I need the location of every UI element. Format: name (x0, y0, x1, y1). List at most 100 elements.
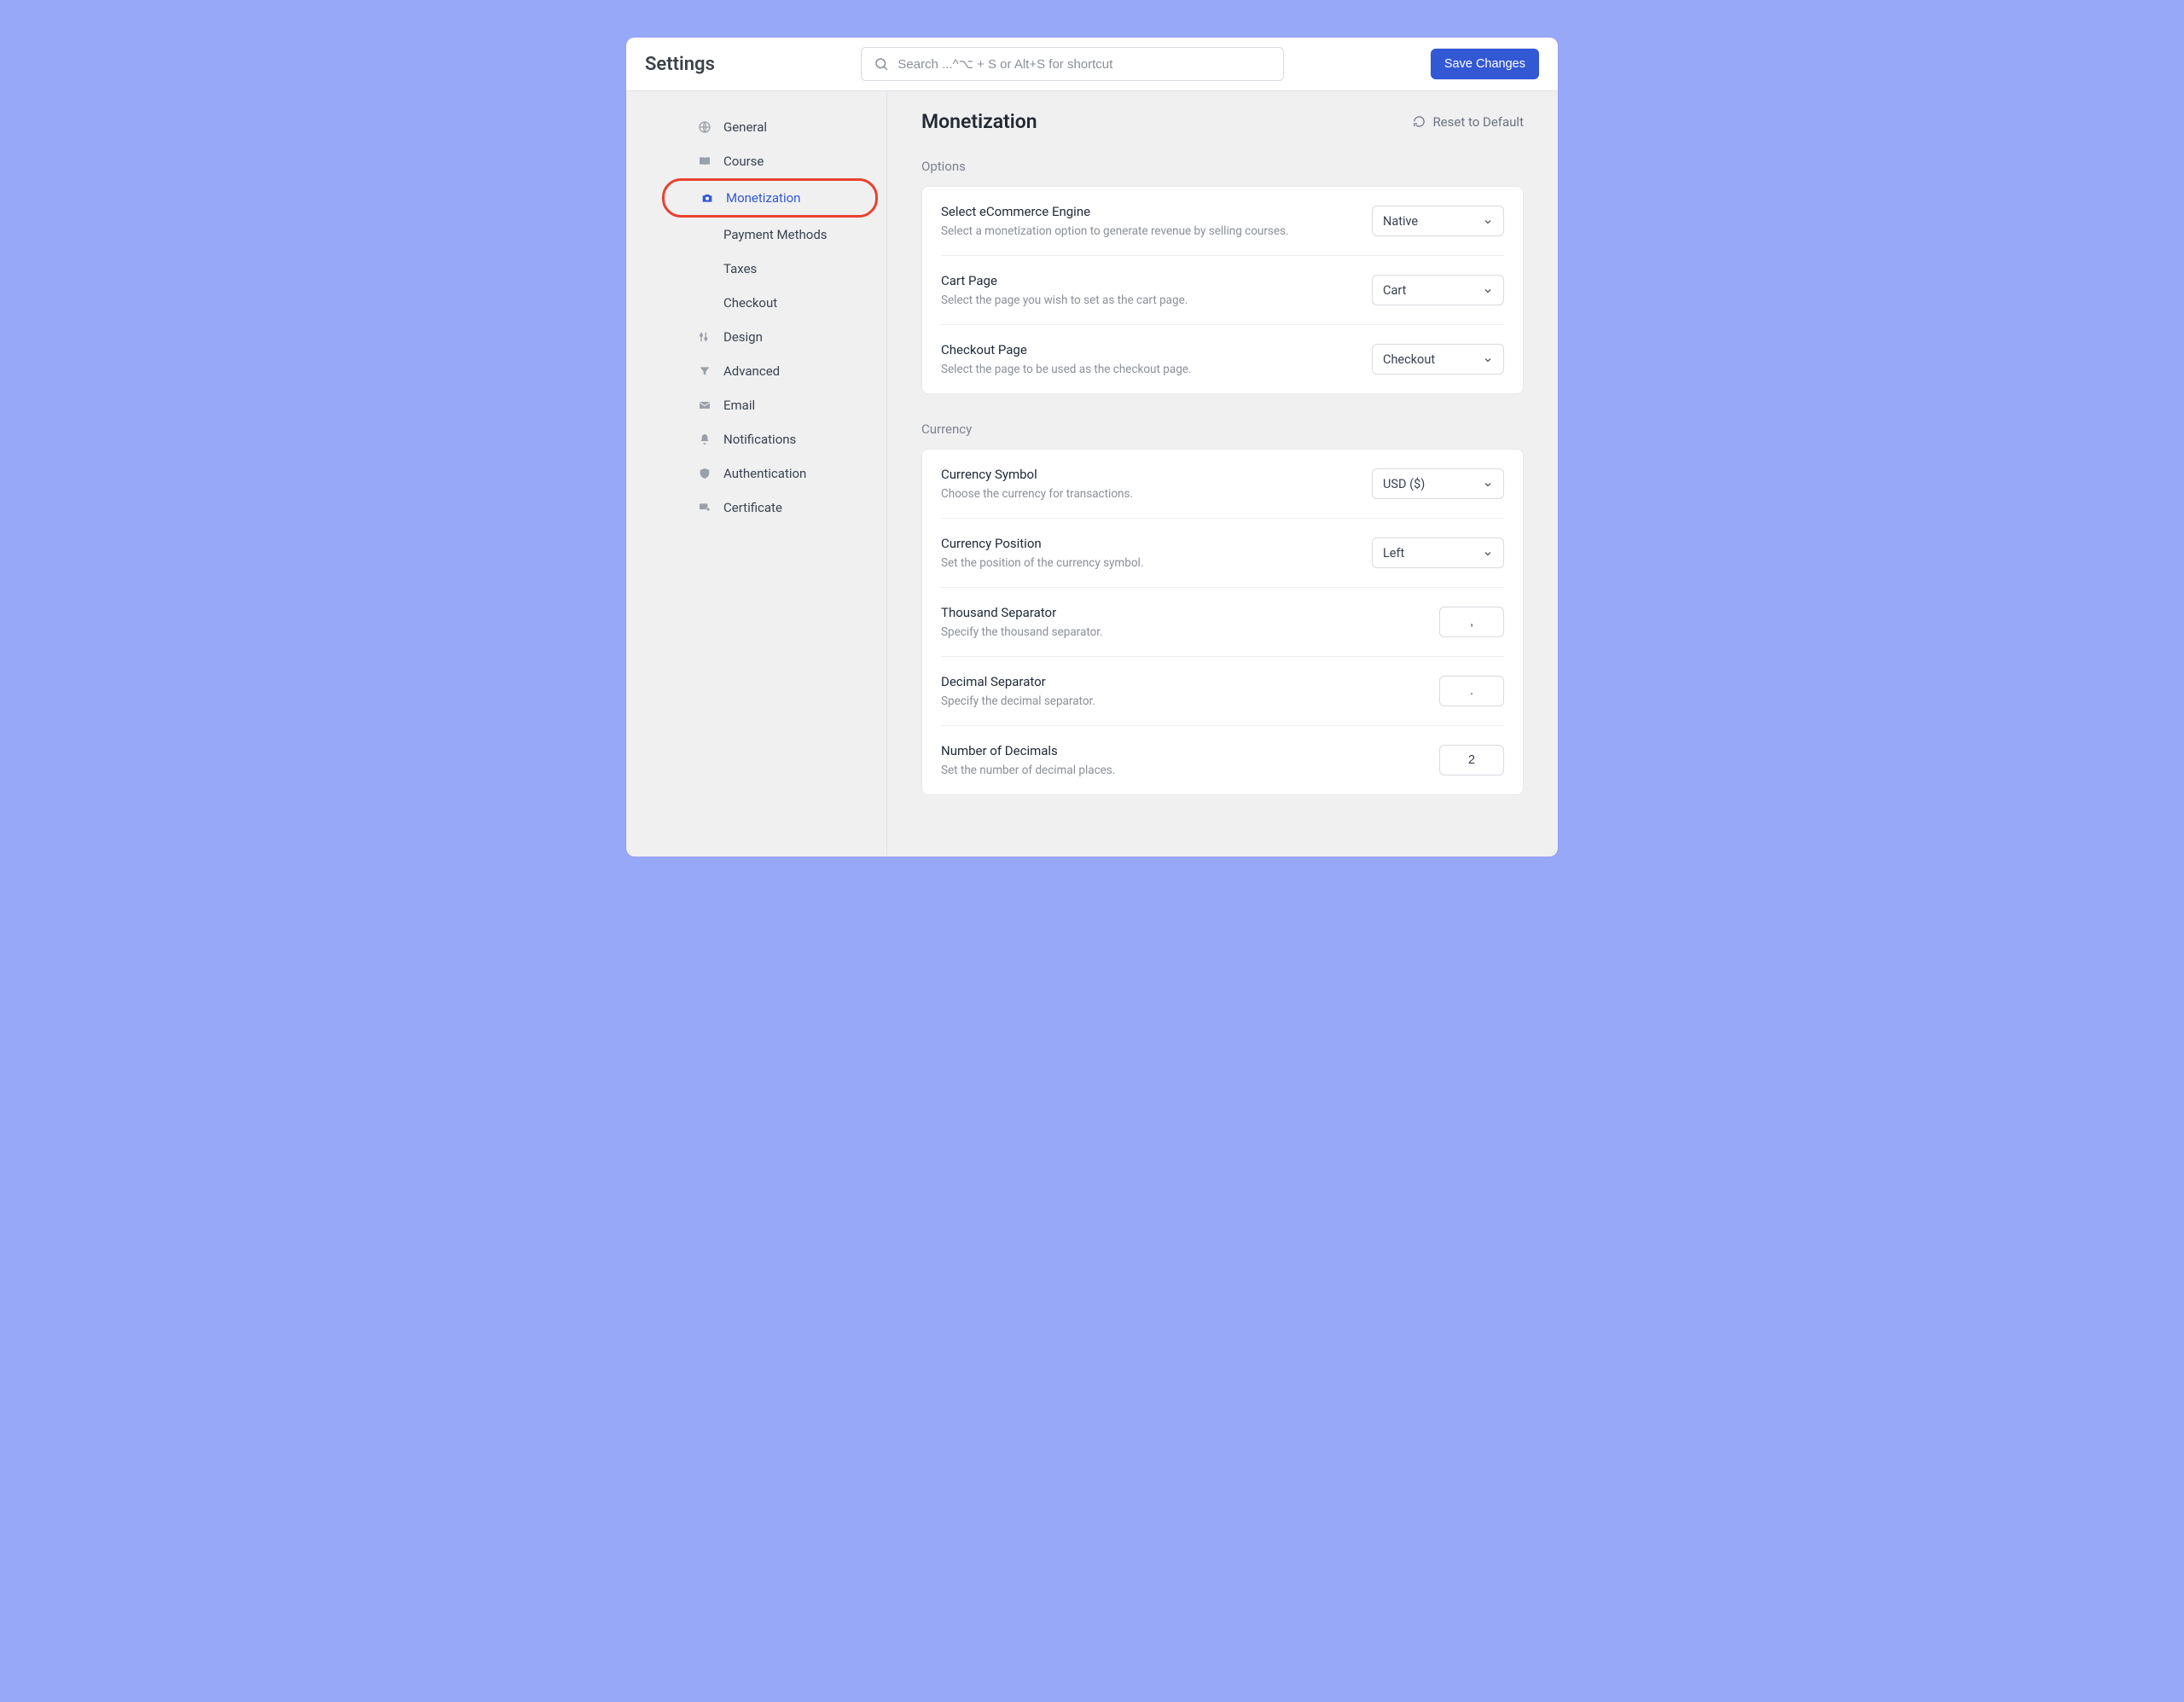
search-input[interactable] (897, 57, 1271, 72)
sidebar-item-label: Monetization (726, 190, 800, 206)
sidebar-item-label: Authentication (723, 466, 806, 481)
sidebar-item-monetization[interactable]: Monetization (680, 181, 875, 215)
row-desc: Set the position of the currency symbol. (941, 556, 1143, 570)
row-title: Select eCommerce Engine (941, 204, 1289, 219)
row-title: Decimal Separator (941, 674, 1095, 689)
save-button[interactable]: Save Changes (1431, 49, 1539, 79)
select-value: Cart (1383, 283, 1406, 298)
topbar: Settings Save Changes (626, 38, 1558, 91)
annotation-highlight: Monetization (662, 178, 878, 218)
row-desc: Set the number of decimal places. (941, 764, 1115, 777)
number-of-decimals-input[interactable] (1439, 745, 1504, 775)
row-desc: Select the page you wish to set as the c… (941, 293, 1188, 307)
row-decimal-separator: Decimal Separator Specify the decimal se… (941, 656, 1504, 725)
chevron-down-icon (1483, 479, 1493, 489)
row-number-of-decimals: Number of Decimals Set the number of dec… (941, 725, 1504, 794)
row-title: Currency Symbol (941, 467, 1133, 482)
sidebar-item-label: Advanced (723, 363, 780, 379)
row-title: Checkout Page (941, 342, 1192, 357)
row-currency-symbol: Currency Symbol Choose the currency for … (941, 450, 1504, 518)
sidebar-item-label: Taxes (723, 261, 757, 276)
sidebar-item-authentication[interactable]: Authentication (677, 456, 886, 491)
row-cart-page: Cart Page Select the page you wish to se… (941, 255, 1504, 324)
row-desc: Specify the decimal separator. (941, 694, 1095, 708)
sidebar-item-label: Design (723, 329, 763, 345)
chevron-down-icon (1483, 548, 1493, 558)
sidebar-item-advanced[interactable]: Advanced (677, 354, 886, 388)
options-card: Select eCommerce Engine Select a monetiz… (921, 186, 1524, 394)
currency-card: Currency Symbol Choose the currency for … (921, 449, 1524, 795)
section-title: Monetization (921, 110, 1037, 133)
checkout-page-select[interactable]: Checkout (1372, 344, 1504, 375)
decimal-separator-input[interactable] (1439, 676, 1504, 706)
row-title: Currency Position (941, 536, 1143, 551)
sidebar-sub-taxes[interactable]: Taxes (677, 252, 886, 286)
select-value: Native (1383, 214, 1418, 229)
select-value: USD ($) (1383, 477, 1425, 491)
sidebar-item-label: Notifications (723, 432, 796, 447)
row-text: Cart Page Select the page you wish to se… (941, 273, 1188, 307)
sidebar-item-label: Course (723, 154, 764, 169)
sidebar-sub-payment-methods[interactable]: Payment Methods (677, 218, 886, 252)
thousand-separator-input[interactable] (1439, 607, 1504, 637)
row-text: Checkout Page Select the page to be used… (941, 342, 1192, 376)
row-desc: Select a monetization option to generate… (941, 224, 1289, 238)
globe-icon (698, 120, 712, 134)
ecommerce-engine-select[interactable]: Native (1372, 206, 1504, 236)
sidebar-item-notifications[interactable]: Notifications (677, 422, 886, 456)
row-thousand-separator: Thousand Separator Specify the thousand … (941, 587, 1504, 656)
row-ecommerce-engine: Select eCommerce Engine Select a monetiz… (941, 187, 1504, 255)
chevron-down-icon (1483, 216, 1493, 226)
refresh-icon (1413, 115, 1426, 128)
sidebar-item-label: Certificate (723, 500, 782, 515)
certificate-icon (698, 501, 712, 514)
search-box[interactable] (861, 47, 1284, 81)
row-text: Currency Position Set the position of th… (941, 536, 1143, 570)
main-header: Monetization Reset to Default (921, 110, 1524, 133)
select-value: Left (1383, 546, 1404, 561)
sidebar-item-label: Email (723, 398, 755, 413)
currency-position-select[interactable]: Left (1372, 537, 1504, 568)
chevron-down-icon (1483, 285, 1493, 295)
mail-icon (698, 398, 712, 412)
cart-page-select[interactable]: Cart (1372, 275, 1504, 305)
row-desc: Select the page to be used as the checko… (941, 363, 1192, 376)
row-desc: Specify the thousand separator. (941, 625, 1103, 639)
row-currency-position: Currency Position Set the position of th… (941, 518, 1504, 587)
sidebar-item-label: Payment Methods (723, 227, 828, 242)
page-title: Settings (645, 54, 715, 75)
select-value: Checkout (1383, 352, 1435, 367)
search-icon (874, 56, 889, 72)
row-text: Thousand Separator Specify the thousand … (941, 605, 1103, 639)
row-title: Number of Decimals (941, 743, 1115, 758)
reset-to-default[interactable]: Reset to Default (1413, 114, 1524, 130)
sidebar-item-certificate[interactable]: Certificate (677, 491, 886, 525)
sidebar-item-email[interactable]: Email (677, 388, 886, 422)
sidebar-item-design[interactable]: Design (677, 320, 886, 354)
chevron-down-icon (1483, 354, 1493, 364)
main: Monetization Reset to Default Options Se… (887, 91, 1558, 857)
currency-symbol-select[interactable]: USD ($) (1372, 468, 1504, 499)
filter-icon (698, 364, 712, 378)
sidebar-sub-checkout[interactable]: Checkout (677, 286, 886, 320)
reset-label: Reset to Default (1432, 114, 1524, 130)
bell-icon (698, 433, 712, 446)
row-text: Select eCommerce Engine Select a monetiz… (941, 204, 1289, 238)
sidebar-item-label: General (723, 119, 767, 135)
row-title: Cart Page (941, 273, 1188, 288)
sidebar-item-general[interactable]: General (677, 110, 886, 144)
row-text: Currency Symbol Choose the currency for … (941, 467, 1133, 501)
row-checkout-page: Checkout Page Select the page to be used… (941, 324, 1504, 393)
body: General Course Monetization Payment Meth… (626, 91, 1558, 857)
section-label-options: Options (921, 159, 1524, 174)
settings-window: Settings Save Changes General (626, 38, 1558, 857)
sidebar: General Course Monetization Payment Meth… (626, 91, 887, 857)
sliders-icon (698, 330, 712, 344)
book-icon (698, 154, 712, 168)
row-text: Decimal Separator Specify the decimal se… (941, 674, 1095, 708)
sidebar-item-course[interactable]: Course (677, 144, 886, 178)
camera-icon (700, 191, 714, 205)
search-wrap (732, 47, 1414, 81)
row-text: Number of Decimals Set the number of dec… (941, 743, 1115, 777)
row-desc: Choose the currency for transactions. (941, 487, 1133, 501)
